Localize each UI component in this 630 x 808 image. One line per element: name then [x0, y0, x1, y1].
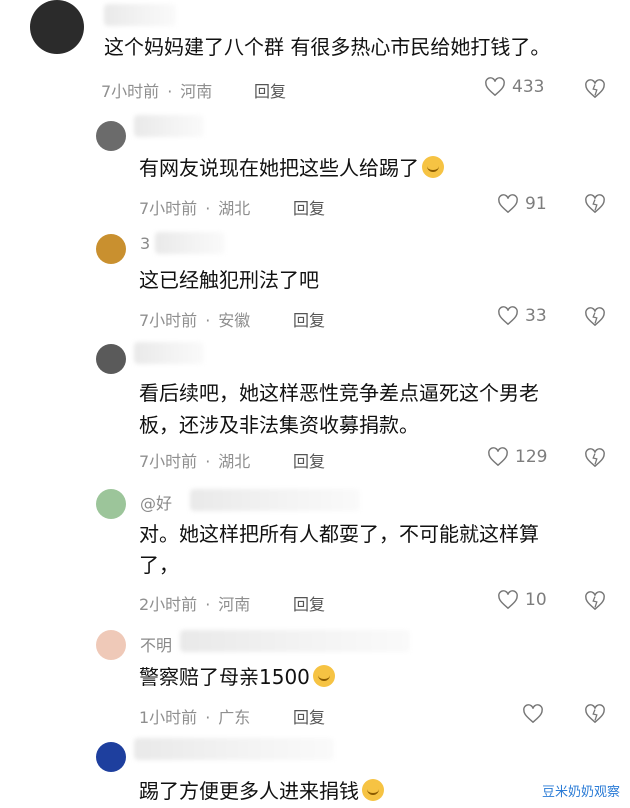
comment-meta: 2小时前 · 河南 [139, 595, 251, 614]
username-redacted [134, 342, 204, 364]
comment-meta: 7小时前 · 安徽 [139, 311, 251, 330]
comment-time: 1小时前 [139, 708, 198, 727]
comment-1: 这个妈妈建了八个群 有很多热心市民给她打钱了。 7小时前 · 河南 回复 433 [0, 0, 630, 110]
username-redacted [180, 630, 410, 652]
comment-meta: 7小时前 · 河南 [101, 82, 213, 101]
dislike-icon[interactable] [584, 704, 606, 724]
heart-icon[interactable] [522, 704, 544, 724]
username[interactable]: 不明 [140, 632, 172, 656]
avatar[interactable] [96, 121, 126, 151]
comment-text-body: 有网友说现在她把这些人给踢了 [139, 156, 419, 180]
comment-text: 警察赔了母亲1500 [139, 662, 335, 693]
reply-button[interactable]: 回复 [293, 704, 325, 728]
comment-location: 广东 [218, 708, 251, 727]
heart-icon [488, 447, 508, 467]
reply-button[interactable]: 回复 [293, 591, 325, 615]
comment-text-line1: 看后续吧，她这样恶性竞争差点逼死这个男老 [139, 381, 539, 405]
comment-time: 2小时前 [139, 595, 198, 614]
like-button[interactable]: 91 [497, 194, 547, 214]
heart-icon [498, 194, 518, 214]
like-count: 10 [525, 590, 547, 610]
comment-time: 7小时前 [139, 311, 198, 330]
avatar[interactable] [30, 0, 84, 54]
comment-location: 湖北 [218, 199, 251, 218]
dislike-icon[interactable] [584, 194, 606, 214]
pleading-face-icon [312, 665, 335, 687]
like-button[interactable]: 33 [497, 306, 547, 326]
comment-4: 看后续吧，她这样恶性竞争差点逼死这个男老 板，还涉及非法集资收募捐款。 7小时前… [0, 342, 630, 482]
comment-time: 7小时前 [101, 82, 160, 101]
comment-2: 有网友说现在她把这些人给踢了 7小时前 · 湖北 回复 91 [0, 115, 630, 225]
like-count: 433 [512, 77, 545, 97]
laughing-tears-face-icon [362, 779, 384, 801]
reply-button[interactable]: 回复 [293, 195, 325, 219]
username[interactable]: @好 [140, 490, 172, 514]
avatar[interactable] [96, 344, 126, 374]
comment-5: @好 对。她这样把所有人都耍了，不可能就这样算 了， 2小时前 · 河南 回复 10 [0, 487, 630, 622]
like-button[interactable]: 10 [497, 590, 547, 610]
reply-button[interactable]: 回复 [293, 448, 325, 472]
reply-button[interactable]: 回复 [293, 307, 325, 331]
like-button[interactable]: 129 [487, 447, 547, 467]
dislike-icon[interactable] [584, 79, 606, 99]
comment-text-line2: 了， [139, 553, 179, 577]
dislike-icon[interactable] [584, 448, 606, 468]
reply-button[interactable]: 回复 [254, 78, 286, 102]
comment-time: 7小时前 [139, 452, 198, 471]
avatar[interactable] [96, 742, 126, 772]
comment-text-line2: 板，还涉及非法集资收募捐款。 [139, 413, 419, 437]
like-button[interactable]: 433 [484, 77, 544, 97]
heart-icon [485, 77, 505, 97]
comment-text: 踢了方便更多人进来捐钱 [139, 776, 384, 807]
username-redacted [190, 489, 360, 511]
cry-face-icon [422, 156, 444, 178]
comment-location: 安徽 [218, 311, 251, 330]
comment-text-line1: 对。她这样把所有人都耍了，不可能就这样算 [139, 522, 539, 546]
comment-text: 有网友说现在她把这些人给踢了 [139, 153, 444, 184]
comment-location: 河南 [180, 82, 213, 101]
comment-meta: 7小时前 · 湖北 [139, 199, 251, 218]
watermark: 豆米奶奶观察 [541, 781, 620, 800]
avatar[interactable] [96, 489, 126, 519]
comment-meta: 1小时前 · 广东 [139, 708, 251, 727]
comment-text-body: 踢了方便更多人进来捐钱 [139, 779, 359, 803]
comment-text: 这个妈妈建了八个群 有很多热心市民给她打钱了。 [104, 35, 551, 59]
heart-icon [498, 590, 518, 610]
username-redacted [134, 738, 334, 760]
comment-3: 3 这已经触犯刑法了吧 7小时前 · 安徽 回复 33 [0, 230, 630, 340]
like-count: 33 [525, 306, 547, 326]
comment-time: 7小时前 [139, 199, 198, 218]
avatar[interactable] [96, 234, 126, 264]
dislike-icon[interactable] [584, 591, 606, 611]
comment-meta: 7小时前 · 湖北 [139, 452, 251, 471]
comment-text: 这已经触犯刑法了吧 [139, 268, 319, 292]
username-redacted [155, 232, 225, 254]
comment-location: 湖北 [218, 452, 251, 471]
heart-icon [498, 306, 518, 326]
username-redacted [104, 4, 176, 26]
avatar[interactable] [96, 630, 126, 660]
comment-7: 踢了方便更多人进来捐钱 [0, 738, 630, 808]
like-count: 129 [515, 447, 548, 467]
comment-6: 不明 警察赔了母亲1500 1小时前 · 广东 回复 [0, 628, 630, 733]
dislike-icon[interactable] [584, 307, 606, 327]
like-count: 91 [525, 194, 547, 214]
username-redacted [134, 115, 204, 137]
comment-text-body: 警察赔了母亲1500 [139, 665, 310, 689]
username[interactable]: 3 [140, 234, 150, 253]
comment-location: 河南 [218, 595, 251, 614]
